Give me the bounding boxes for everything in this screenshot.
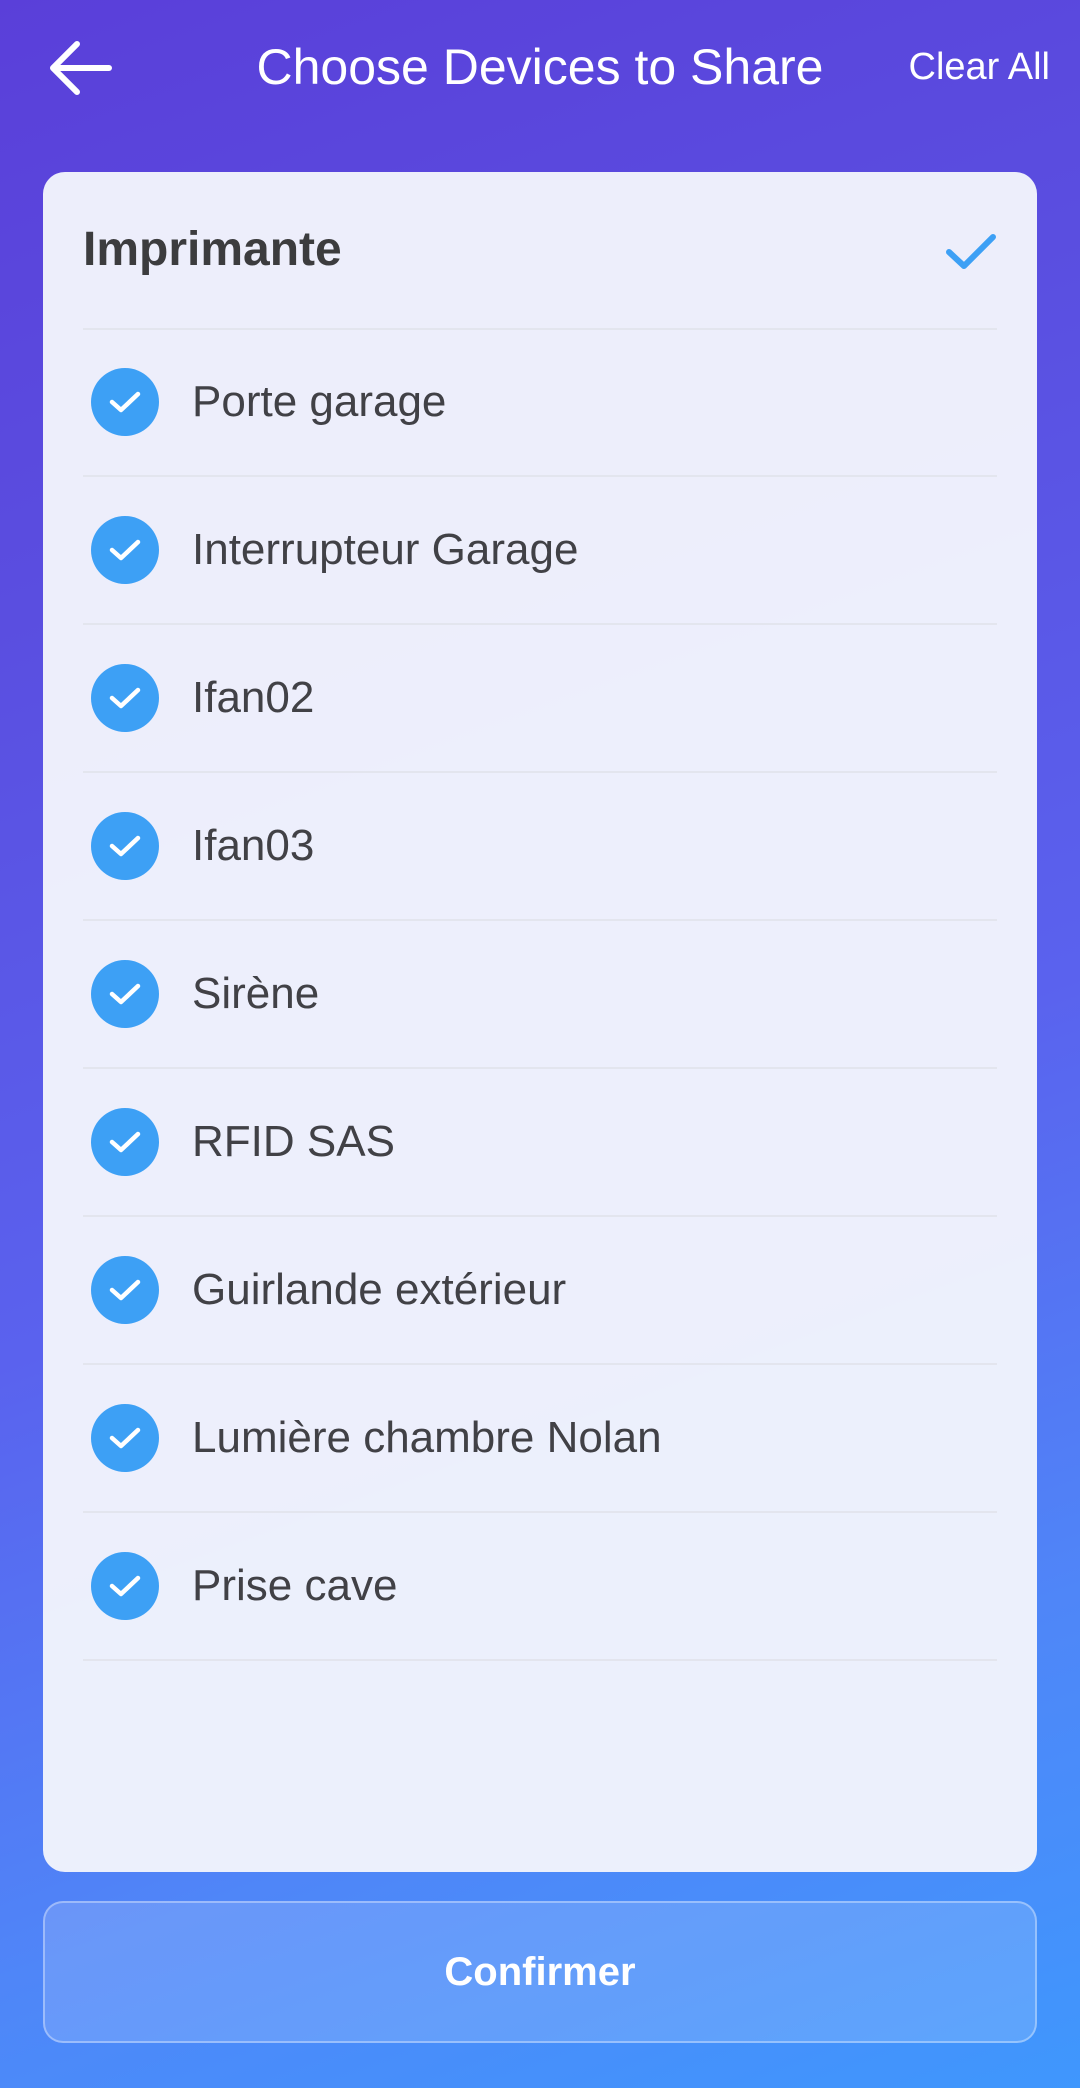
confirm-button[interactable]: Confirmer xyxy=(43,1901,1037,2043)
checked-circle-icon[interactable] xyxy=(91,1404,159,1472)
device-row[interactable]: Sirène xyxy=(83,921,997,1069)
device-row[interactable]: Interrupteur Garage xyxy=(83,477,997,625)
clear-all-button[interactable]: Clear All xyxy=(909,46,1051,89)
group-title: Imprimante xyxy=(83,223,342,276)
device-label: Sirène xyxy=(192,969,320,1018)
device-label: Lumière chambre Nolan xyxy=(192,1413,662,1462)
checked-circle-icon[interactable] xyxy=(91,664,159,732)
device-row[interactable]: Prise cave xyxy=(83,1513,997,1661)
checked-circle-icon[interactable] xyxy=(91,1256,159,1324)
checked-circle-icon[interactable] xyxy=(91,1108,159,1176)
checkmark-icon[interactable] xyxy=(945,232,997,272)
checked-circle-icon[interactable] xyxy=(91,368,159,436)
checked-circle-icon[interactable] xyxy=(91,960,159,1028)
device-row[interactable]: Lumière chambre Nolan xyxy=(83,1365,997,1513)
device-row[interactable]: RFID SAS xyxy=(83,1069,997,1217)
device-label: Interrupteur Garage xyxy=(192,525,579,574)
device-row[interactable]: Porte garage xyxy=(83,329,997,477)
device-row[interactable]: Guirlande extérieur xyxy=(83,1217,997,1365)
device-label: Porte garage xyxy=(192,377,447,426)
header-bar: Choose Devices to Share Clear All xyxy=(0,0,1080,140)
group-header[interactable]: Imprimante xyxy=(83,172,997,330)
device-row[interactable]: Ifan03 xyxy=(83,773,997,921)
device-label: Ifan02 xyxy=(192,673,315,722)
device-label: Prise cave xyxy=(192,1561,398,1610)
checked-circle-icon[interactable] xyxy=(91,516,159,584)
device-list: Porte garage Interrupteur Garage Ifan02 Ifa… xyxy=(83,329,997,1661)
device-label: Ifan03 xyxy=(192,821,315,870)
device-label: RFID SAS xyxy=(192,1117,395,1166)
device-row[interactable]: Ifan02 xyxy=(83,625,997,773)
device-list-card: Imprimante Porte garage Interrupteur Gara… xyxy=(43,172,1037,1872)
device-label: Guirlande extérieur xyxy=(192,1265,567,1314)
checked-circle-icon[interactable] xyxy=(91,1552,159,1620)
checked-circle-icon[interactable] xyxy=(91,812,159,880)
